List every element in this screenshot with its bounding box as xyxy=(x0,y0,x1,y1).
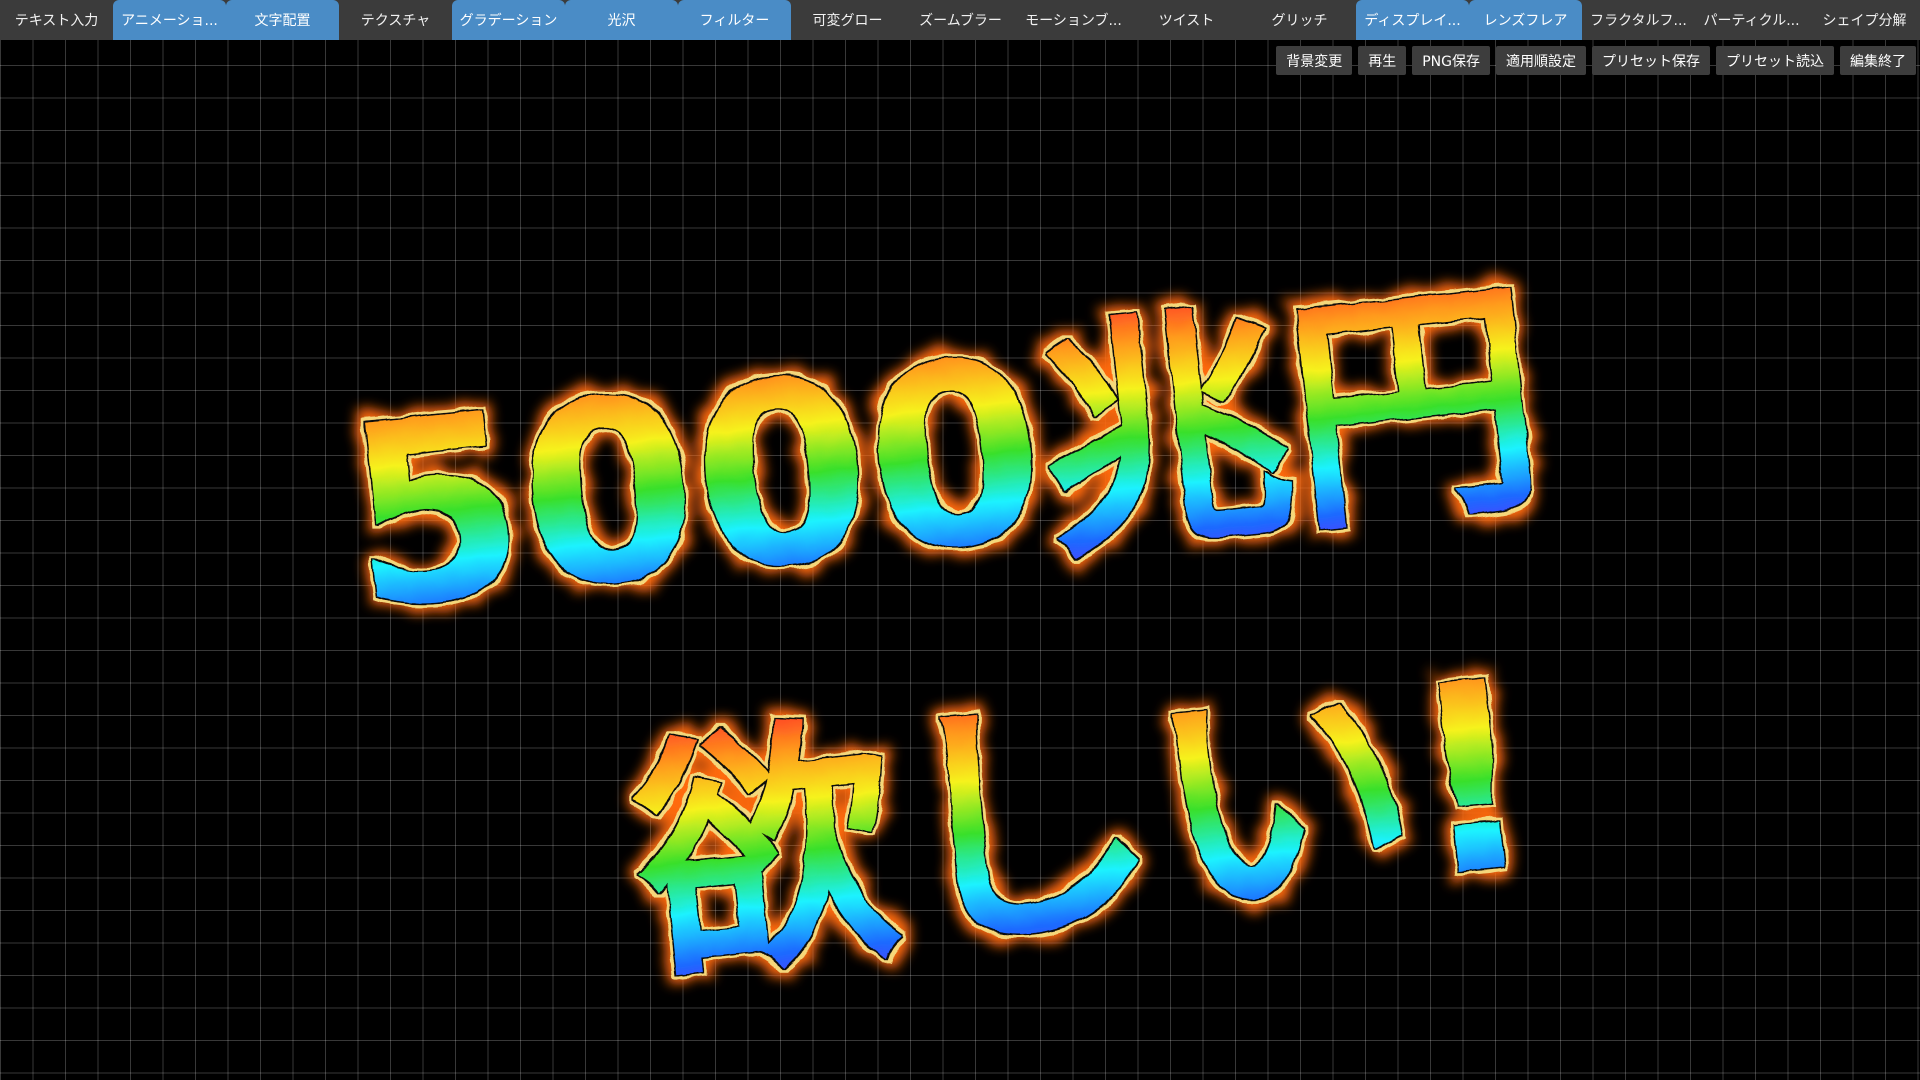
title-artwork-line2: 欲しい! xyxy=(618,624,1547,1019)
canvas[interactable]: 5000兆円 欲しい! xyxy=(0,0,1920,1080)
tab-glitch[interactable]: グリッチ xyxy=(1243,0,1356,40)
play-button[interactable]: 再生 xyxy=(1358,46,1407,75)
artwork-svg: 5000兆円 欲しい! xyxy=(334,251,1554,1019)
tab-gloss[interactable]: 光沢 xyxy=(565,0,678,40)
tab-displacement[interactable]: ディスプレイ... xyxy=(1356,0,1469,40)
artwork-text-line1: 5000兆円 xyxy=(334,251,1554,665)
save-preset-button[interactable]: プリセット保存 xyxy=(1592,46,1710,75)
save-png-button[interactable]: PNG保存 xyxy=(1412,46,1490,75)
change-background-button[interactable]: 背景変更 xyxy=(1276,46,1353,75)
action-toolbar: 背景変更 再生 PNG保存 適用順設定 プリセット保存 プリセット読込 編集終了 xyxy=(1276,46,1916,75)
tab-shape-split[interactable]: シェイプ分解 xyxy=(1808,0,1920,40)
tab-text-input[interactable]: テキスト入力 xyxy=(0,0,113,40)
apply-order-button[interactable]: 適用順設定 xyxy=(1496,46,1586,75)
tab-texture[interactable]: テクスチャ xyxy=(339,0,452,40)
effect-tab-bar: テキスト入力 アニメーショ... 文字配置 テクスチャ グラデーション 光沢 フ… xyxy=(0,0,1920,40)
tab-gradient[interactable]: グラデーション xyxy=(452,0,565,40)
tab-fractal[interactable]: フラクタルフ... xyxy=(1582,0,1695,40)
tab-filter[interactable]: フィルター xyxy=(678,0,791,40)
tab-variable-glow[interactable]: 可変グロー xyxy=(791,0,904,40)
title-artwork-line1: 5000兆円 xyxy=(334,251,1554,665)
tab-twist[interactable]: ツイスト xyxy=(1130,0,1243,40)
tab-particle[interactable]: パーティクル... xyxy=(1695,0,1808,40)
artwork-text-line2: 欲しい! xyxy=(618,624,1547,1019)
load-preset-button[interactable]: プリセット読込 xyxy=(1716,46,1834,75)
tab-animation[interactable]: アニメーショ... xyxy=(113,0,226,40)
tab-motion-blur[interactable]: モーションブ... xyxy=(1017,0,1130,40)
exit-edit-button[interactable]: 編集終了 xyxy=(1840,46,1916,75)
editor-app: テキスト入力 アニメーショ... 文字配置 テクスチャ グラデーション 光沢 フ… xyxy=(0,0,1920,1080)
tab-text-layout[interactable]: 文字配置 xyxy=(226,0,339,40)
tab-zoom-blur[interactable]: ズームブラー xyxy=(904,0,1017,40)
tab-lens-flare[interactable]: レンズフレア xyxy=(1469,0,1582,40)
